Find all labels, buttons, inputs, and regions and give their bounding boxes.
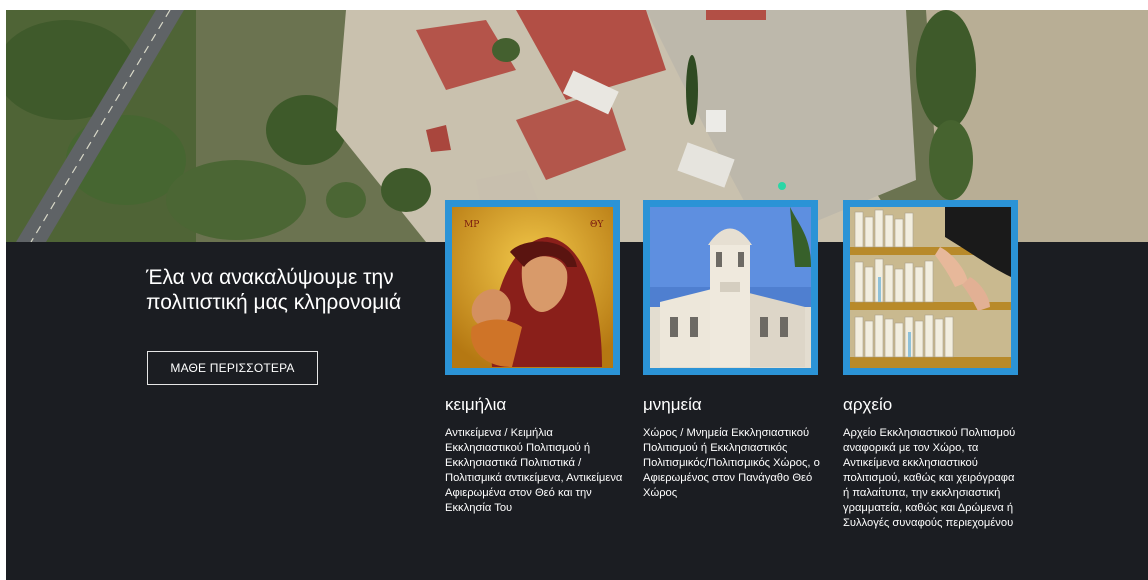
- card-archeio[interactable]: αρχείο Αρχείο Εκκλησιαστικού Πολιτισμού …: [843, 200, 1018, 531]
- card-description: Χώρος / Μνημεία Εκκλησιαστικού Πολιτισμο…: [643, 427, 820, 499]
- card-description: Αντικείμενα / Κειμήλια Εκκλησιαστικού Πο…: [445, 427, 623, 514]
- card-image-icon[interactable]: ΜΡ ΘΥ: [445, 200, 620, 375]
- church-building-icon: [650, 207, 811, 368]
- card-title[interactable]: αρχείο: [843, 395, 1018, 415]
- card-description: Αρχείο Εκκλησιαστικού Πολιτισμού αναφορι…: [843, 427, 1016, 529]
- card-title[interactable]: κειμήλια: [445, 395, 620, 415]
- card-title[interactable]: μνημεία: [643, 395, 818, 415]
- card-mnimeia[interactable]: μνημεία Χώρος / Μνημεία Εκκλησιαστικού Π…: [643, 200, 820, 501]
- learn-more-button[interactable]: ΜΑΘΕ ΠΕΡΙΣΣΟΤΕΡΑ: [147, 351, 318, 385]
- card-keimilia[interactable]: ΜΡ ΘΥ κειμήλια Αντικείμενα / Κειμήλια Εκ…: [445, 200, 622, 516]
- svg-text:ΘΥ: ΘΥ: [590, 220, 604, 230]
- card-image[interactable]: [843, 200, 1018, 375]
- card-image[interactable]: [643, 200, 818, 375]
- page-frame: Έλα να ανακαλύψουμε την πολιτιστική μας …: [6, 10, 1148, 580]
- archive-files-icon: [850, 207, 1011, 368]
- intro-section: Έλα να ανακαλύψουμε την πολιτιστική μας …: [146, 265, 436, 315]
- madonna-child-icon: ΜΡ ΘΥ: [452, 207, 613, 368]
- svg-text:ΜΡ: ΜΡ: [464, 220, 479, 230]
- intro-heading: Έλα να ανακαλύψουμε την πολιτιστική μας …: [146, 266, 402, 314]
